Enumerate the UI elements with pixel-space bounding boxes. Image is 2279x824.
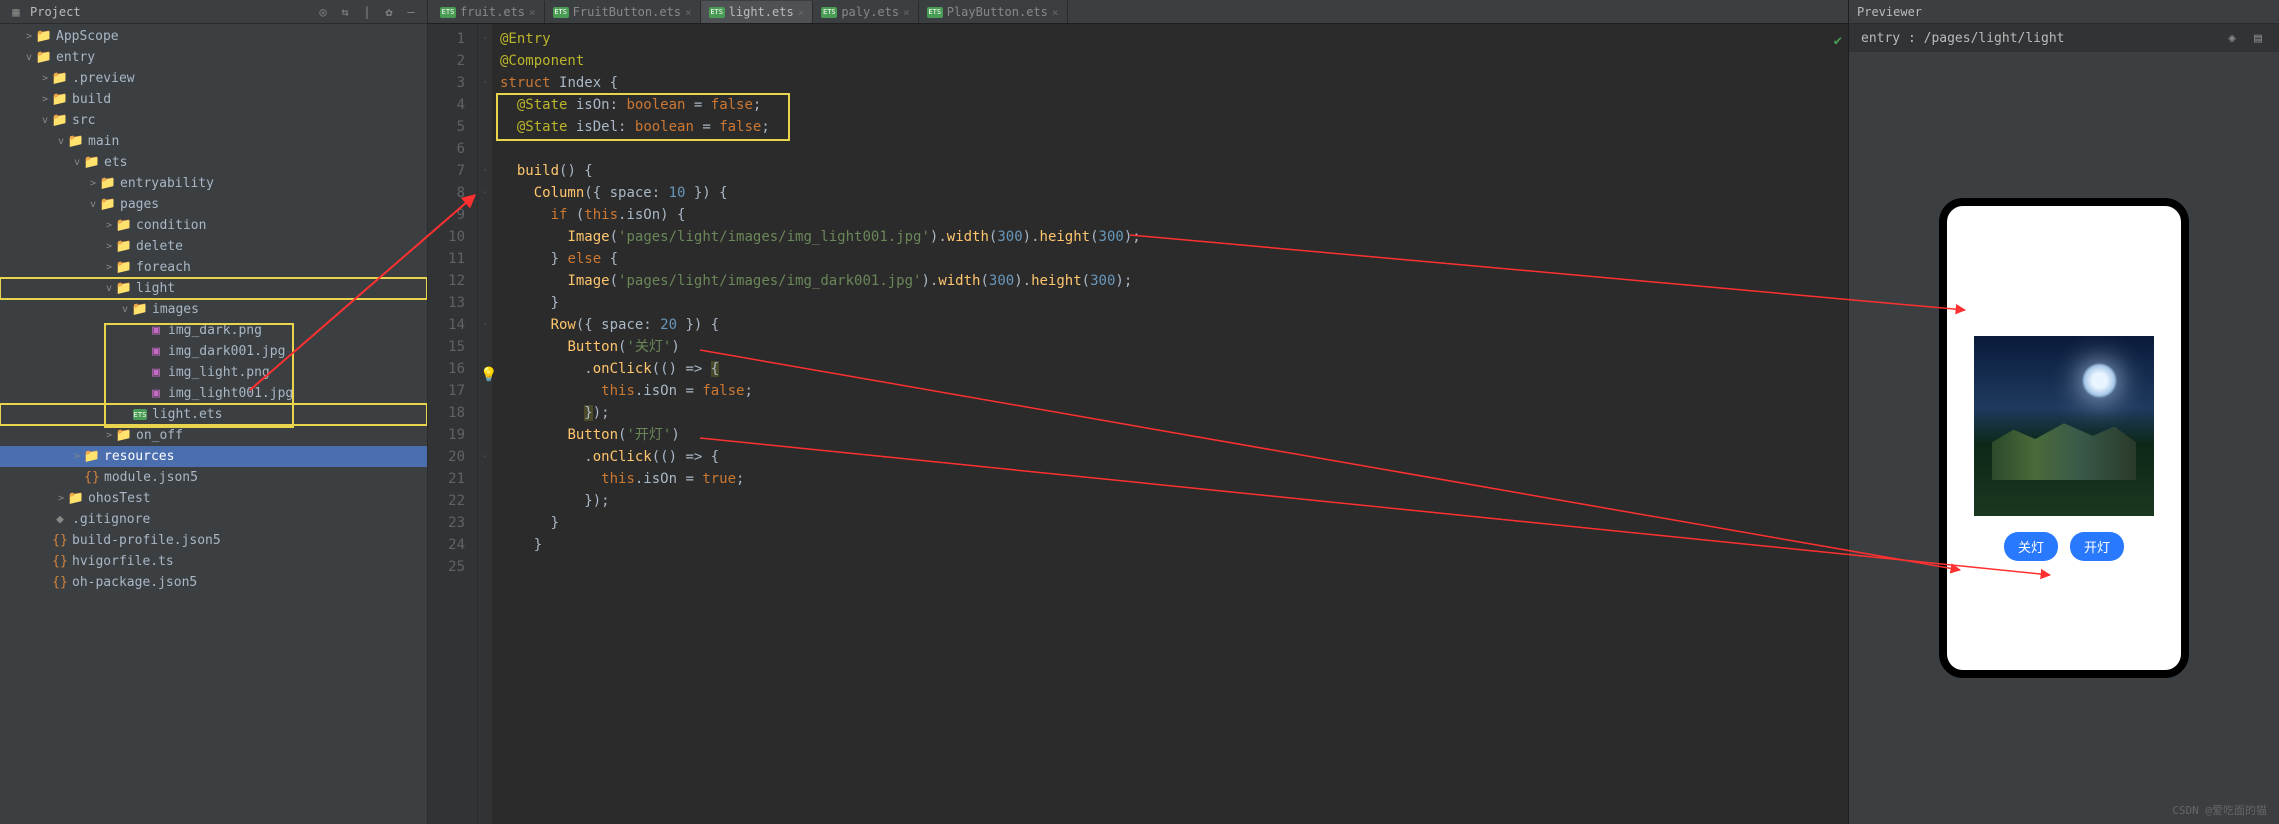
code-line-19[interactable]: Button('开灯') (500, 424, 1840, 446)
tree-item-pages[interactable]: v📁pages (0, 194, 427, 215)
code-area[interactable]: 1234567891011121314151617181920212223242… (428, 24, 1848, 824)
lights-off-button[interactable]: 关灯 (2004, 532, 2058, 561)
tree-item-img_dark-png[interactable]: ▣img_dark.png (0, 320, 427, 341)
previewer-subheader: entry : /pages/light/light ◈ ▤ (1849, 24, 2279, 52)
previewer-header: Previewer (1849, 0, 2279, 24)
check-icon: ✔ (1834, 30, 1842, 52)
tree-item-entry[interactable]: v📁entry (0, 47, 427, 68)
code-line-5[interactable]: @State isDel: boolean = false; (500, 116, 1840, 138)
code-content[interactable]: 💡 @Entry@Componentstruct Index { @State … (492, 24, 1848, 824)
tree-item-on_off[interactable]: >📁on_off (0, 425, 427, 446)
target-icon[interactable]: ◎ (315, 4, 331, 20)
tab-light-ets[interactable]: ETSlight.ets× (701, 1, 814, 23)
code-line-6[interactable] (500, 138, 1840, 160)
previewer-pane: Previewer entry : /pages/light/light ◈ ▤… (1849, 0, 2279, 824)
code-line-10[interactable]: Image('pages/light/images/img_light001.j… (500, 226, 1840, 248)
code-line-3[interactable]: struct Index { (500, 72, 1840, 94)
code-line-21[interactable]: this.isOn = true; (500, 468, 1840, 490)
tab-fruit-ets[interactable]: ETSfruit.ets× (432, 1, 545, 23)
tab-FruitButton-ets[interactable]: ETSFruitButton.ets× (545, 1, 701, 23)
previewer-body: 关灯 开灯 (1849, 52, 2279, 824)
sidebar-title: Project (30, 5, 309, 19)
tree-item-images[interactable]: v📁images (0, 299, 427, 320)
tree-item-AppScope[interactable]: >📁AppScope (0, 26, 427, 47)
watermark: CSDN @爱吃面的猫 (2172, 802, 2267, 818)
previewer-path: entry : /pages/light/light (1861, 31, 2065, 46)
preview-buttons: 关灯 开灯 (2004, 532, 2124, 561)
tree-item-light[interactable]: v📁light (0, 278, 427, 299)
code-line-25[interactable] (500, 556, 1840, 578)
editor-tabs: ETSfruit.ets×ETSFruitButton.ets×ETSlight… (428, 0, 1848, 24)
code-line-24[interactable]: } (500, 534, 1840, 556)
code-line-2[interactable]: @Component (500, 50, 1840, 72)
tree-item-ohosTest[interactable]: >📁ohosTest (0, 488, 427, 509)
tree-item-resources[interactable]: >📁resources (0, 446, 427, 467)
tree-item-ets[interactable]: v📁ets (0, 152, 427, 173)
tree-item--gitignore[interactable]: ◆.gitignore (0, 509, 427, 530)
tree-item-img_dark001-jpg[interactable]: ▣img_dark001.jpg (0, 341, 427, 362)
tree-item-oh-package-json5[interactable]: {}oh-package.json5 (0, 572, 427, 593)
code-line-12[interactable]: Image('pages/light/images/img_dark001.jp… (500, 270, 1840, 292)
code-line-13[interactable]: } (500, 292, 1840, 314)
tree-item--preview[interactable]: >📁.preview (0, 68, 427, 89)
tree-item-src[interactable]: v📁src (0, 110, 427, 131)
layers-icon[interactable]: ▤ (2249, 29, 2267, 47)
tab-paly-ets[interactable]: ETSpaly.ets× (813, 1, 918, 23)
tree-item-img_light-png[interactable]: ▣img_light.png (0, 362, 427, 383)
code-line-11[interactable]: } else { (500, 248, 1840, 270)
tree-item-build-profile-json5[interactable]: {}build-profile.json5 (0, 530, 427, 551)
tree-item-module-json5[interactable]: {}module.json5 (0, 467, 427, 488)
code-line-20[interactable]: .onClick(() => { (500, 446, 1840, 468)
tree-item-hvigorfile-ts[interactable]: {}hvigorfile.ts (0, 551, 427, 572)
sidebar-header: ▦ Project ◎ ⇆ | ✿ — (0, 0, 427, 24)
refresh-icon[interactable]: ◈ (2223, 29, 2241, 47)
code-line-22[interactable]: }); (500, 490, 1840, 512)
settings-icon[interactable]: ✿ (381, 4, 397, 20)
lightbulb-icon[interactable]: 💡 (480, 364, 497, 386)
file-tree[interactable]: >📁AppScopev📁entry>📁.preview>📁buildv📁srcv… (0, 24, 427, 824)
code-line-17[interactable]: this.isOn = false; (500, 380, 1840, 402)
editor-pane: ETSfruit.ets×ETSFruitButton.ets×ETSlight… (428, 0, 1849, 824)
code-line-8[interactable]: Column({ space: 10 }) { (500, 182, 1840, 204)
tree-item-img_light001-jpg[interactable]: ▣img_light001.jpg (0, 383, 427, 404)
tree-item-foreach[interactable]: >📁foreach (0, 257, 427, 278)
collapse-icon[interactable]: ⇆ (337, 4, 353, 20)
tree-item-entryability[interactable]: >📁entryability (0, 173, 427, 194)
code-line-18[interactable]: }); (500, 402, 1840, 424)
tree-item-main[interactable]: v📁main (0, 131, 427, 152)
code-line-23[interactable]: } (500, 512, 1840, 534)
tree-item-delete[interactable]: >📁delete (0, 236, 427, 257)
lights-on-button[interactable]: 开灯 (2070, 532, 2124, 561)
hide-icon[interactable]: — (403, 4, 419, 20)
code-line-7[interactable]: build() { (500, 160, 1840, 182)
tree-item-build[interactable]: >📁build (0, 89, 427, 110)
project-sidebar: ▦ Project ◎ ⇆ | ✿ — >📁AppScopev📁entry>📁.… (0, 0, 428, 824)
line-gutter: 1234567891011121314151617181920212223242… (428, 24, 478, 824)
phone-frame: 关灯 开灯 (1939, 198, 2189, 678)
fold-column[interactable]: ------- (478, 24, 492, 824)
code-line-9[interactable]: if (this.isOn) { (500, 204, 1840, 226)
code-line-4[interactable]: @State isOn: boolean = false; (500, 94, 1840, 116)
code-line-15[interactable]: Button('关灯') (500, 336, 1840, 358)
tab-PlayButton-ets[interactable]: ETSPlayButton.ets× (919, 1, 1068, 23)
code-line-14[interactable]: Row({ space: 20 }) { (500, 314, 1840, 336)
tree-item-light-ets[interactable]: ETSlight.ets (0, 404, 427, 425)
divider: | (359, 4, 375, 20)
tree-item-condition[interactable]: >📁condition (0, 215, 427, 236)
code-line-1[interactable]: @Entry (500, 28, 1840, 50)
project-icon: ▦ (8, 4, 24, 20)
preview-image (1974, 336, 2154, 516)
code-line-16[interactable]: .onClick(() => { (500, 358, 1840, 380)
